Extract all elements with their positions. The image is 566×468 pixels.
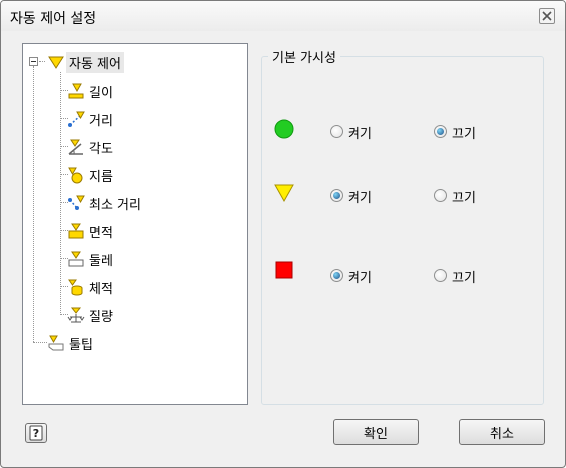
tree-item-label: 자동 제어 xyxy=(66,51,124,73)
tree-item-label: 길이 xyxy=(89,85,113,101)
triangle-icon xyxy=(48,56,64,69)
triangle-shape-icon xyxy=(274,184,294,203)
tree-item-label: 최소 거리 xyxy=(89,197,141,213)
tree-item-perimeter[interactable]: 둘레 xyxy=(67,248,113,270)
tree-item-diameter[interactable]: 지름 xyxy=(67,164,113,186)
circle-on-radio[interactable] xyxy=(330,125,343,138)
tree-item-label: 둘레 xyxy=(89,253,113,269)
square-on-radio[interactable] xyxy=(330,269,343,282)
square-shape-icon xyxy=(275,261,293,279)
tree-item-label: 질량 xyxy=(89,309,113,325)
triangle-on-radio[interactable] xyxy=(330,189,343,202)
tree-item-label: 거리 xyxy=(89,113,113,129)
tree-item-auto-control[interactable]: 자동 제어 xyxy=(47,51,124,73)
window-title: 자동 제어 설정 xyxy=(10,11,97,27)
circle-on-label[interactable]: 켜기 xyxy=(348,123,372,142)
tree-item-mass[interactable]: 질량 xyxy=(67,304,113,326)
tree-item-label: 체적 xyxy=(89,281,113,297)
tree-item-label: 툴팁 xyxy=(69,337,93,353)
circle-shape-icon xyxy=(274,119,294,139)
circle-off-label[interactable]: 끄기 xyxy=(452,123,476,142)
tree-item-length[interactable]: 길이 xyxy=(67,80,113,102)
volume-icon xyxy=(68,279,83,296)
min-distance-icon xyxy=(68,195,85,210)
ok-button[interactable]: 확인 xyxy=(333,419,419,445)
tree-item-min-distance[interactable]: 최소 거리 xyxy=(67,192,141,214)
close-button[interactable] xyxy=(539,8,555,24)
svg-text:?: ? xyxy=(33,427,39,440)
mass-icon xyxy=(67,307,85,323)
tree-item-volume[interactable]: 체적 xyxy=(67,276,113,298)
dialog-window: 자동 제어 설정 자동 제어 길이 거리 각도 지름 최소 거리 면적 둘레 체… xyxy=(0,0,566,468)
tree-item-label: 면적 xyxy=(89,225,113,241)
cancel-button[interactable]: 취소 xyxy=(459,419,545,445)
circle-off-radio[interactable] xyxy=(434,125,447,138)
triangle-off-label[interactable]: 끄기 xyxy=(452,187,476,206)
distance-icon xyxy=(68,111,85,127)
triangle-off-radio[interactable] xyxy=(434,189,447,202)
square-on-label[interactable]: 켜기 xyxy=(348,267,372,286)
tree-item-angle[interactable]: 각도 xyxy=(67,136,113,158)
visibility-group-title: 기본 가시성 xyxy=(268,47,340,66)
category-tree[interactable]: 자동 제어 길이 거리 각도 지름 최소 거리 면적 둘레 체적 질량 툴팁 xyxy=(22,43,248,405)
tooltip-icon xyxy=(48,335,64,351)
diameter-icon xyxy=(68,167,83,184)
tree-collapse-toggle[interactable] xyxy=(29,57,38,66)
help-button[interactable]: ? xyxy=(25,423,47,443)
square-off-label[interactable]: 끄기 xyxy=(452,267,476,286)
angle-icon xyxy=(68,139,83,155)
help-icon: ? xyxy=(29,425,43,441)
visibility-group xyxy=(261,56,544,405)
length-icon xyxy=(68,83,84,99)
triangle-on-label[interactable]: 켜기 xyxy=(348,187,372,206)
tree-item-label: 지름 xyxy=(89,169,113,185)
tree-item-distance[interactable]: 거리 xyxy=(67,108,113,130)
tree-item-label: 각도 xyxy=(89,141,113,157)
perimeter-icon xyxy=(68,251,84,267)
close-icon xyxy=(542,11,552,21)
tree-item-area[interactable]: 면적 xyxy=(67,220,113,242)
title-bar[interactable]: 자동 제어 설정 xyxy=(1,1,565,31)
square-off-radio[interactable] xyxy=(434,269,447,282)
tree-item-tooltip[interactable]: 툴팁 xyxy=(47,332,93,354)
area-icon xyxy=(68,223,84,239)
